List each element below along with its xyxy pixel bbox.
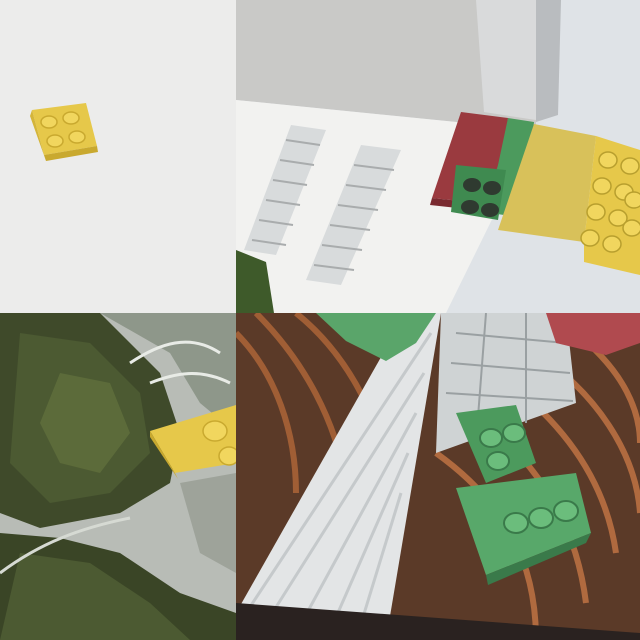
image-collage xyxy=(0,0,640,640)
panel-atrium-with-bricks xyxy=(236,313,640,640)
panel-mountain-with-brick xyxy=(0,313,236,640)
panel-yellow-brick-on-white xyxy=(0,0,236,313)
panel-building-with-bricks xyxy=(236,0,640,313)
